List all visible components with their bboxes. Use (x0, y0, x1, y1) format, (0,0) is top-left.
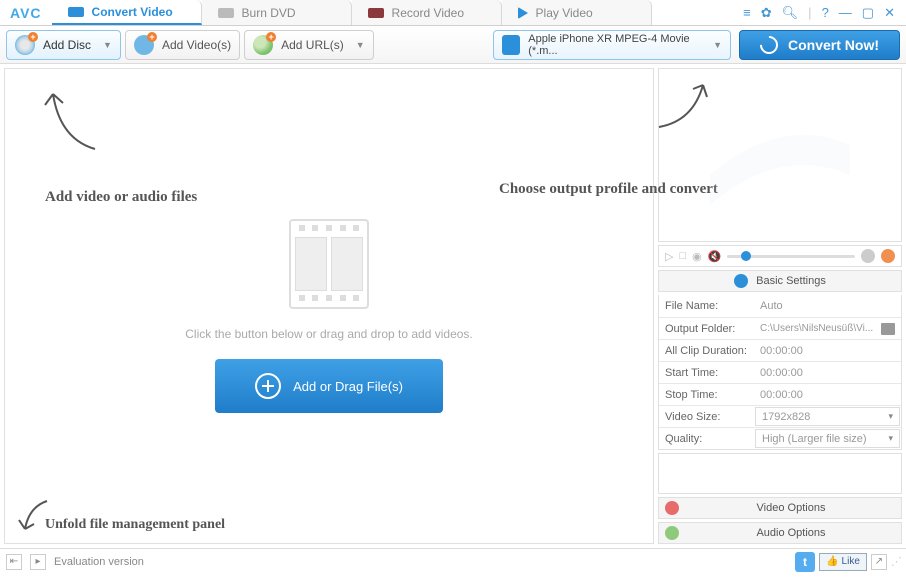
add-urls-button[interactable]: + Add URL(s) ▼ (244, 30, 374, 60)
hint-arrow-icon (35, 79, 105, 159)
video-size-select[interactable]: 1792x828▾ (755, 407, 900, 426)
chevron-down-icon: ▼ (103, 40, 112, 50)
mute-button[interactable]: 🔇 (708, 250, 722, 263)
convert-icon (68, 7, 84, 17)
snapshot-icon[interactable] (861, 249, 875, 263)
plus-icon (255, 373, 281, 399)
audio-options-header[interactable]: Audio Options (658, 522, 902, 544)
tab-record-video[interactable]: Record Video (352, 0, 502, 25)
player-controls: ▷ □ ◉ 🔇 (658, 245, 902, 267)
film-icon: + (134, 35, 154, 55)
disc-icon: + (15, 35, 35, 55)
row-stop-time: Stop Time:00:00:00 (659, 383, 901, 405)
hint-unfold-panel: Unfold file management panel (45, 517, 225, 533)
chevron-down-icon: ▼ (713, 40, 722, 50)
video-icon (665, 501, 679, 515)
minimize-icon[interactable]: — (836, 5, 855, 21)
basic-settings-header: Basic Settings (658, 270, 902, 292)
tabs: Convert Video Burn DVD Record Video Play… (52, 0, 733, 25)
preview-pane: Choose output profile and convert (658, 68, 902, 242)
window-controls: ≡ ✿ 🔍︎ | ? — ▢ ✕ (732, 5, 906, 21)
quality-select[interactable]: High (Larger file size)▾ (755, 429, 900, 448)
wrench-icon (734, 274, 748, 288)
snapshot-button[interactable]: ◉ (692, 250, 702, 263)
main-drop-area[interactable]: Add video or audio files Click the butto… (4, 68, 654, 544)
spacer (658, 453, 902, 494)
hint-choose-profile: Choose output profile and convert (499, 181, 718, 198)
stop-button[interactable]: □ (679, 250, 686, 262)
globe-icon: + (253, 35, 273, 55)
filmstrip-placeholder-icon (289, 219, 369, 309)
app-name: AVC (0, 5, 52, 21)
row-video-size: Video Size:1792x828▾ (659, 405, 901, 427)
audio-icon (665, 526, 679, 540)
drop-description: Click the button below or drag and drop … (185, 327, 473, 341)
resize-grip-icon[interactable]: ⋰ (891, 555, 900, 568)
trim-icon[interactable] (881, 249, 895, 263)
video-options-header[interactable]: Video Options (658, 497, 902, 519)
record-icon (368, 8, 384, 18)
search-icon[interactable]: 🔍︎ (779, 5, 802, 21)
chevron-down-icon: ▾ (888, 433, 893, 444)
panel-collapse-button[interactable]: ⇤ (6, 554, 22, 570)
row-output-folder: Output Folder:C:\Users\NilsNeusüß\Vi... (659, 317, 901, 339)
settings-table: File Name:Auto Output Folder:C:\Users\Ni… (658, 295, 902, 450)
close-icon[interactable]: ✕ (881, 5, 898, 21)
chevron-down-icon: ▼ (356, 40, 365, 50)
right-panel: Choose output profile and convert ▷ □ ◉ … (658, 68, 902, 544)
play-button[interactable]: ▷ (665, 250, 673, 263)
filmstrip-icon (700, 105, 860, 205)
play-icon (518, 7, 528, 19)
disc-icon (218, 8, 234, 18)
volume-slider[interactable] (727, 255, 855, 258)
browse-folder-button[interactable] (881, 323, 895, 335)
maximize-icon[interactable]: ▢ (859, 5, 877, 21)
toolbar: + Add Disc ▼ + Add Video(s) + Add URL(s)… (0, 26, 906, 64)
body: Add video or audio files Click the butto… (0, 64, 906, 548)
titlebar: AVC Convert Video Burn DVD Record Video … (0, 0, 906, 26)
profile-icon (502, 35, 520, 55)
status-text: Evaluation version (54, 556, 144, 568)
tab-convert-video[interactable]: Convert Video (52, 0, 202, 25)
output-profile-selector[interactable]: Apple iPhone XR MPEG-4 Movie (*.m... ▼ (493, 30, 731, 60)
convert-icon (756, 32, 781, 57)
facebook-like-button[interactable]: 👍Like (819, 553, 867, 571)
chevron-down-icon: ▾ (888, 411, 893, 422)
add-videos-button[interactable]: + Add Video(s) (125, 30, 240, 60)
tab-play-video[interactable]: Play Video (502, 0, 652, 25)
add-or-drag-files-button[interactable]: Add or Drag File(s) (215, 359, 443, 413)
statusbar: ⇤ ▸ Evaluation version t 👍Like ↗ ⋰ (0, 548, 906, 574)
menu-icon[interactable]: ≡ (740, 5, 754, 21)
row-quality: Quality:High (Larger file size)▾ (659, 427, 901, 449)
settings-icon[interactable]: ✿ (758, 5, 775, 21)
panel-expand-button[interactable]: ▸ (30, 554, 46, 570)
hint-add-files: Add video or audio files (45, 189, 197, 206)
popout-button[interactable]: ↗ (871, 554, 887, 570)
twitter-button[interactable]: t (795, 552, 815, 572)
tab-burn-dvd[interactable]: Burn DVD (202, 0, 352, 25)
row-file-name: File Name:Auto (659, 295, 901, 317)
add-disc-button[interactable]: + Add Disc ▼ (6, 30, 121, 60)
row-clip-duration: All Clip Duration:00:00:00 (659, 339, 901, 361)
convert-now-button[interactable]: Convert Now! (739, 30, 900, 60)
row-start-time: Start Time:00:00:00 (659, 361, 901, 383)
help-icon[interactable]: ? (819, 5, 832, 21)
